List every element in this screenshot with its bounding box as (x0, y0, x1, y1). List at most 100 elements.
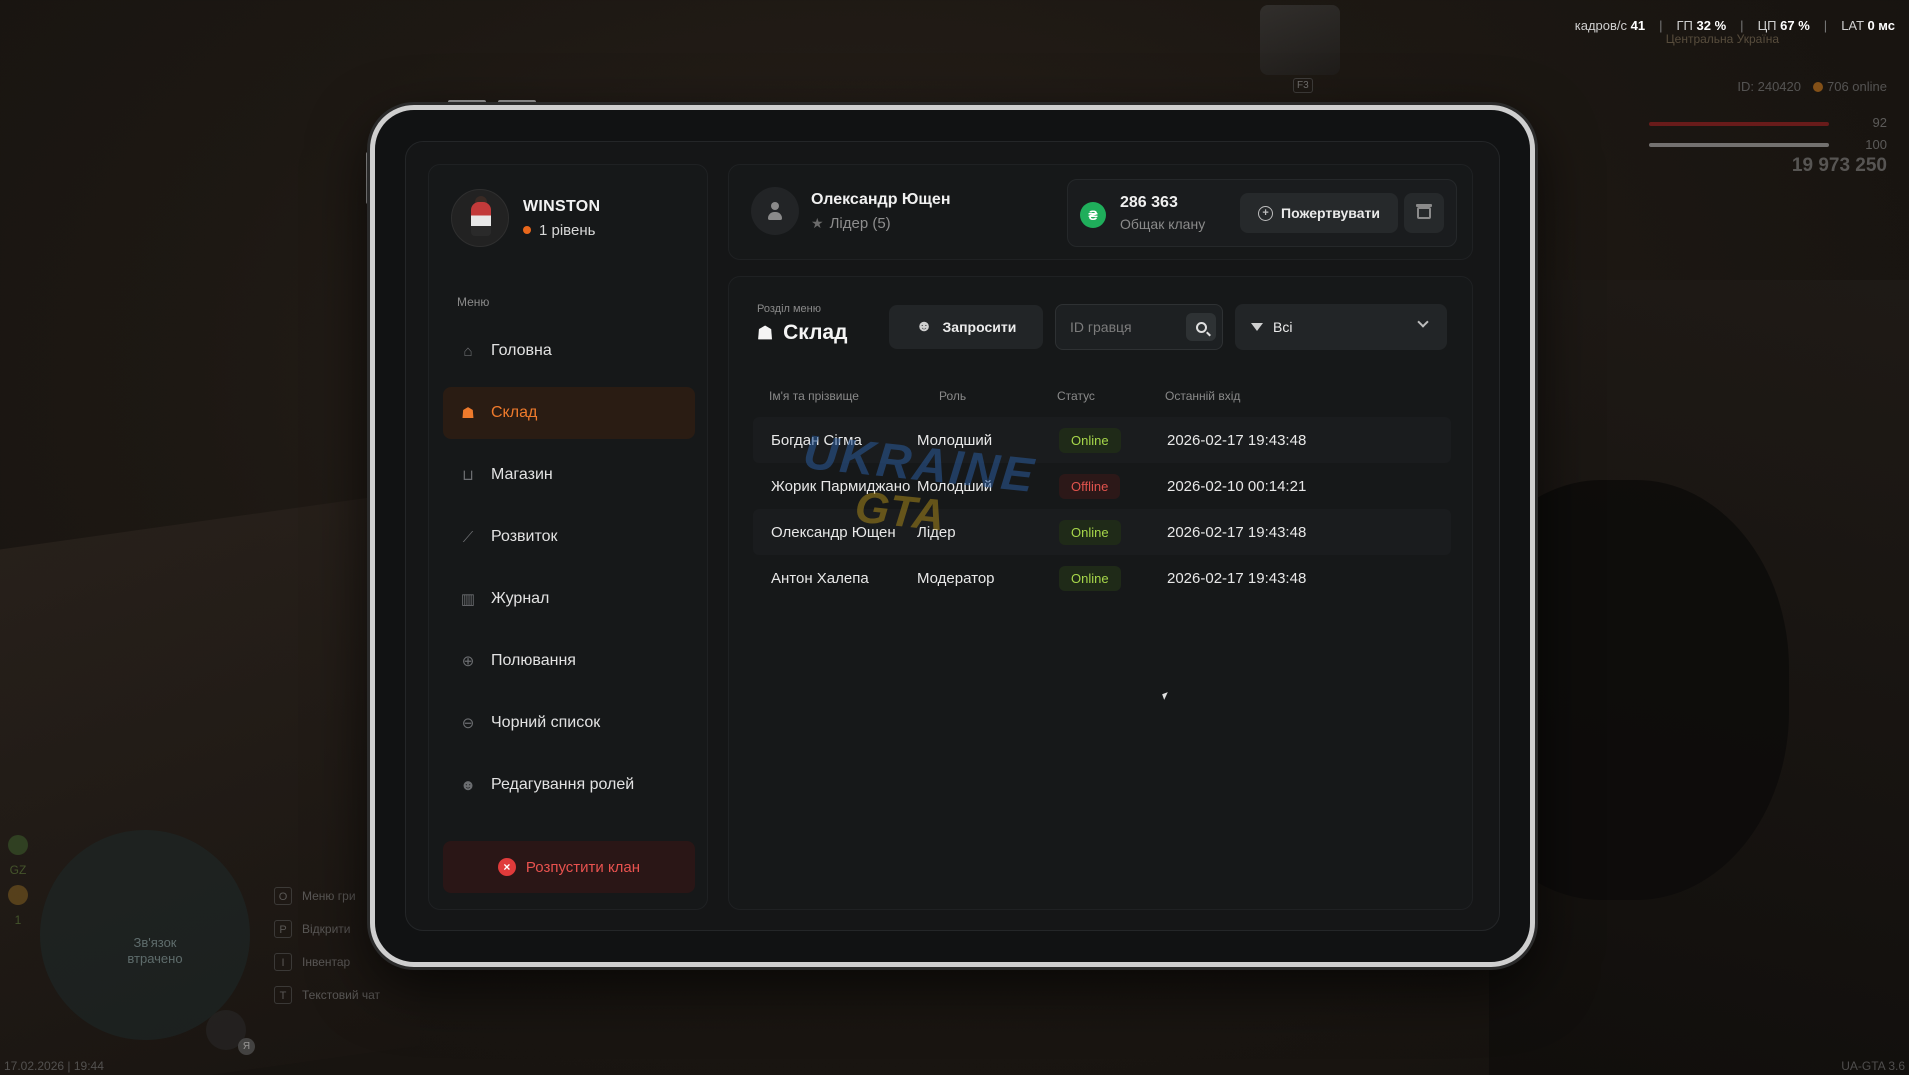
table-row[interactable]: Антон Халепа Модератор Online 2026-02-17… (753, 555, 1451, 601)
armor-bar (1649, 143, 1829, 147)
member-role: Молодший (917, 431, 993, 449)
search-field (1055, 304, 1223, 350)
invite-button[interactable]: ☻ Запросити (889, 305, 1043, 349)
column-header: Роль (939, 389, 967, 403)
sidebar: WINSTON 1 рівень Меню ⌂ Головна ☗ Склад (428, 164, 708, 910)
online-dot-icon (1813, 82, 1823, 92)
sidebar-item-home[interactable]: ⌂ Головна (443, 325, 695, 377)
member-name: Антон Халепа (771, 569, 869, 587)
tablet-frame: WINSTON 1 рівень Меню ⌂ Головна ☗ Склад (370, 105, 1535, 967)
bank-amount: 286 363 (1120, 194, 1178, 211)
status-filter-select[interactable]: Всі (1235, 304, 1447, 350)
member-name: Олександр Ющен (771, 523, 896, 541)
key-hint: O Меню гри (274, 880, 380, 913)
sidebar-item-roster[interactable]: ☗ Склад (443, 387, 695, 439)
sidebar-item-development[interactable]: ⟋ Розвиток (443, 511, 695, 563)
table-header: Ім'я та прізвище Роль Статус Останній вх… (753, 389, 1451, 409)
star-icon: ★ (811, 215, 824, 231)
key-hints: O Меню гри P Відкрити I Інвентар T Текстовий… (274, 880, 380, 1012)
sidebar-item-hunting[interactable]: ⊕ Полювання (443, 635, 695, 687)
leader-avatar (751, 187, 799, 235)
player-id: ID: 240420 (1737, 79, 1801, 94)
member-role: Молодший (917, 477, 993, 495)
crosshair-icon: ⊕ (461, 653, 475, 670)
last-login: 2026-02-17 19:43:48 (1167, 523, 1307, 541)
key-hint: I Інвентар (274, 946, 380, 979)
bank-label: Общак клану (1120, 216, 1206, 232)
block-icon: ⊖ (461, 715, 475, 732)
section-caption: Розділ меню (757, 303, 821, 315)
tablet-button (498, 100, 536, 104)
roster-panel: Розділ меню ☗ Склад ☻ Запросити Всі (728, 276, 1473, 910)
chevron-down-icon (1417, 316, 1429, 328)
member-name: Богдан Сігма (771, 431, 862, 449)
profile-level: 1 рівень (523, 222, 600, 239)
sidebar-item-blacklist[interactable]: ⊖ Чорний список (443, 697, 695, 749)
clan-header: Олександр Ющен ★ Лідер (5) ₴ 286 363 Общ… (728, 164, 1473, 260)
last-login: 2026-02-10 00:14:21 (1167, 477, 1307, 495)
health-bar (1649, 122, 1829, 126)
group-icon: ☗ (757, 322, 774, 343)
search-button[interactable] (1186, 313, 1216, 341)
vehicle-icon (1260, 5, 1340, 75)
disband-clan-button[interactable]: × Розпустити клан (443, 841, 695, 893)
leader-role: ★ Лідер (5) (811, 215, 891, 232)
mic-label: Я (238, 1038, 255, 1055)
table-row[interactable]: Жорик Пармиджано Молодший Offline 2026-0… (753, 463, 1451, 509)
page-title: ☗ Склад (757, 321, 848, 344)
archive-button[interactable] (1404, 193, 1444, 233)
status-badge: Offline (1059, 473, 1121, 499)
leader-name: Олександр Ющен (811, 191, 951, 208)
column-header: Ім'я та прізвище (769, 389, 859, 403)
member-name: Жорик Пармиджано (771, 477, 911, 495)
level-dot-icon (523, 226, 531, 234)
key-hint: P Відкрити (274, 913, 380, 946)
datetime: 17.02.2026 | 19:44 (4, 1059, 104, 1073)
last-login: 2026-02-17 19:43:48 (1167, 431, 1307, 449)
profile-name: WINSTON (523, 197, 601, 215)
table-row[interactable]: Богдан Сігма Молодший Online 2026-02-17 … (753, 417, 1451, 463)
archive-icon (1416, 204, 1432, 219)
user-icon (768, 202, 782, 220)
profile: WINSTON 1 рівень (451, 189, 600, 247)
search-input[interactable] (1070, 317, 1180, 337)
sidebar-menu: ⌂ Головна ☗ Склад ⊔ Магазин ⟋ Розвиток ▥ (443, 325, 695, 821)
book-icon: ▥ (460, 591, 476, 608)
menu-title: Меню (457, 295, 490, 309)
armor-value: 100 (1865, 137, 1887, 152)
vehicle-key-hint: F3 (1293, 78, 1313, 93)
region-label: Центральна Україна (1665, 32, 1779, 46)
avatar (451, 189, 509, 247)
donate-button[interactable]: + Пожертвувати (1240, 193, 1398, 233)
search-icon (1195, 321, 1207, 333)
column-header: Останній вхід (1165, 389, 1241, 403)
tablet-screen: WINSTON 1 рівень Меню ⌂ Головна ☗ Склад (405, 141, 1500, 931)
column-header: Статус (1057, 389, 1095, 403)
star-icon (8, 885, 28, 905)
money-value: 19 973 250 (1791, 155, 1887, 176)
close-icon: × (497, 858, 516, 876)
status-badge: Online (1059, 427, 1121, 453)
basket-icon: ⊔ (462, 467, 474, 484)
status-badge: Online (1059, 519, 1121, 545)
clan-bank: ₴ 286 363 Общак клану + Пожертвувати (1067, 179, 1457, 247)
last-login: 2026-02-17 19:43:48 (1167, 569, 1307, 587)
sidebar-item-shop[interactable]: ⊔ Магазин (443, 449, 695, 501)
user-edit-icon: ☻ (460, 776, 476, 794)
sidebar-item-journal[interactable]: ▥ Журнал (443, 573, 695, 625)
chart-icon: ⟋ (462, 528, 474, 546)
health-value: 92 (1872, 115, 1887, 130)
hryvnia-icon: ₴ (1080, 202, 1106, 228)
members-table: Богдан Сігма Молодший Online 2026-02-17 … (753, 417, 1451, 601)
group-icon: ☗ (461, 405, 475, 422)
table-row[interactable]: Олександр Ющен Лідер Online 2026-02-17 1… (753, 509, 1451, 555)
member-role: Модератор (917, 569, 995, 587)
add-user-icon: ☻ (915, 318, 933, 335)
tablet-button (448, 100, 486, 104)
gang-zone-icon (8, 835, 28, 855)
online-count: 706 online (1813, 79, 1887, 94)
filter-icon (1251, 323, 1263, 331)
status-badge: Online (1059, 565, 1121, 591)
performance-stats: кадров/с 41 | ГП 32 % | ЦП 67 % | LAT 0 … (1574, 18, 1895, 33)
sidebar-item-roles[interactable]: ☻ Редагування ролей (443, 759, 695, 811)
